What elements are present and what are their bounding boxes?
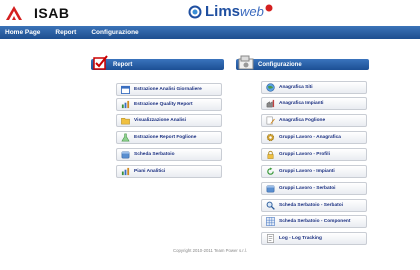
config-item-label: Anagrafica Impianti [279, 101, 324, 106]
config-panel-header: Configurazione [236, 55, 369, 70]
nav-configurazione[interactable]: Configurazione [91, 29, 138, 36]
calendar-icon [121, 85, 130, 94]
config-panel-title: Configurazione [258, 61, 302, 68]
company-name: ISAB [34, 5, 70, 21]
report-item-label: Estrazione Quality Report [134, 102, 193, 107]
lims-badge-icon [265, 4, 273, 11]
config-item-anagrafica-siti[interactable]: Anagrafica Siti [261, 81, 367, 94]
report-item-label: Estrazione Analisi Giornaliere [134, 87, 202, 92]
refresh-icon [267, 167, 274, 175]
tank-icon [266, 185, 275, 193]
report-item-visualizzazione-analisi[interactable]: Visualizzazione Analisi [116, 114, 222, 127]
nav-home-page[interactable]: Home Page [5, 29, 40, 36]
config-folder-icon [238, 55, 254, 70]
report-item-label: Visualizzazione Analisi [134, 118, 186, 123]
config-item-anagrafica-foglione[interactable]: Anagrafica Foglione [261, 114, 367, 127]
config-item-label: Scheda Serbatoio - Serbatoi [279, 203, 343, 208]
globe-icon [266, 83, 275, 92]
chart-icon [121, 100, 130, 109]
report-item-label: Scheda Serbatoio [134, 152, 175, 157]
app-logo: Limsweb [188, 3, 273, 20]
config-item-label: Gruppi Lavoro - Profili [279, 152, 330, 157]
config-item-log-tracking[interactable]: Log - Log Tracking [261, 232, 367, 245]
flask-icon [121, 133, 130, 142]
grid-icon [266, 217, 275, 226]
lims-logo-icon [188, 5, 202, 18]
config-item-label: Anagrafica Siti [279, 85, 313, 90]
app-name: Limsweb [205, 3, 264, 20]
chart-icon [121, 167, 130, 176]
report-panel-title: Report [113, 61, 133, 68]
report-panel-header: Report [91, 55, 224, 70]
report-item-label: Piani Analitici [134, 169, 166, 174]
config-item-gruppi-lavoro-profili[interactable]: Gruppi Lavoro - Profili [261, 148, 367, 161]
report-item-scheda-serbatoio[interactable]: Scheda Serbatoio [116, 148, 222, 161]
config-item-scheda-serbatoio-serbatoi[interactable]: Scheda Serbatoio - Serbatoi [261, 199, 367, 212]
plant-icon [266, 99, 275, 108]
main-nav: Home Page Report Configurazione [0, 26, 420, 39]
tank-icon [121, 151, 130, 159]
config-item-gruppi-lavoro-anagrafica[interactable]: Gruppi Lavoro - Anagrafica [261, 131, 367, 144]
gear-icon [266, 133, 275, 142]
report-item-label: Estrazione Report Foglione [134, 135, 197, 140]
config-item-anagrafica-impianti[interactable]: Anagrafica Impianti [261, 97, 367, 110]
config-item-label: Gruppi Lavoro - Anagrafica [279, 135, 341, 140]
search-icon [266, 201, 275, 210]
config-item-label: Gruppi Lavoro - Impianti [279, 169, 335, 174]
report-item-estrazione-quality-report[interactable]: Estrazione Quality Report [116, 98, 222, 111]
log-icon [267, 234, 274, 243]
config-item-label: Gruppi Lavoro - Serbatoi [279, 186, 336, 191]
company-logo-icon [6, 6, 22, 20]
nav-report[interactable]: Report [55, 29, 76, 36]
footer-copyright: Copyright 2010-2011 Team Power s.r.l. [173, 248, 247, 253]
config-item-label: Anagrafica Foglione [279, 118, 326, 123]
config-item-label: Log - Log Tracking [279, 236, 322, 241]
config-item-scheda-serbatoio-component[interactable]: Scheda Serbatoio - Component [261, 215, 367, 228]
report-item-estrazione-report-foglione[interactable]: Estrazione Report Foglione [116, 131, 222, 144]
folder-icon [121, 117, 130, 125]
edit-icon [266, 116, 275, 125]
report-item-estrazione-analisi-giornaliere[interactable]: Estrazione Analisi Giornaliere [116, 83, 222, 96]
config-panel: Configurazione [236, 55, 369, 70]
company-brand: ISAB [4, 4, 69, 22]
lock-icon [267, 150, 274, 159]
app-header: ISAB Limsweb [0, 0, 420, 26]
config-item-gruppi-lavoro-impianti[interactable]: Gruppi Lavoro - Impianti [261, 165, 367, 178]
config-item-label: Scheda Serbatoio - Component [279, 219, 351, 224]
report-panel: Report [91, 55, 224, 70]
report-item-piani-analitici[interactable]: Piani Analitici [116, 165, 222, 178]
config-item-gruppi-lavoro-serbatoi[interactable]: Gruppi Lavoro - Serbatoi [261, 182, 367, 195]
report-check-icon [93, 55, 108, 70]
